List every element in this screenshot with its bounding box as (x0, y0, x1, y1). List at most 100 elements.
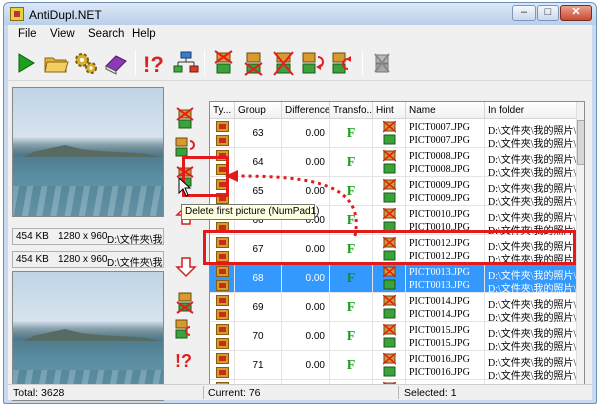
folder-cell: D:\文件夾\我的照片\[旅D:\文件夾\我的照片\[旅 (485, 264, 578, 293)
second-folder-path: D:\文件夾\我的照片\[旅 (488, 342, 578, 351)
island-silhouette (23, 329, 163, 341)
col-group[interactable]: Group (235, 102, 282, 119)
table-row[interactable]: 71 0.00 F PICT0016.JPG PICT0016.JPG D:\文件夾\我的… (210, 351, 578, 380)
question-icon[interactable]: !? (140, 49, 168, 77)
vertical-scrollbar[interactable] (576, 102, 584, 387)
image-file-icon (216, 324, 229, 335)
grid-header: Ty... Group Difference Transfo... Hint N… (210, 102, 584, 119)
second-folder-path: D:\文件夾\我的照片\[旅 (488, 371, 578, 380)
delete-hint-icon (383, 266, 396, 290)
delete-both-icon[interactable] (269, 49, 297, 77)
transform-mark: F (346, 300, 356, 315)
first-file-name: PICT0009.JPG (409, 180, 470, 191)
toolbar-separator (204, 50, 205, 76)
difference-cell: 0.00 (282, 293, 330, 322)
folder-cell: D:\文件夾\我的照片\[旅D:\文件夾\我的照片\[旅 (485, 177, 578, 206)
rename-second-icon[interactable] (329, 49, 357, 77)
delete-hint-icon (383, 179, 396, 203)
second-image-info: 454 KB 1280 x 960 D:\文件夾\我... (12, 251, 164, 269)
toolbar: !? (8, 45, 592, 81)
first-file-name: PICT0008.JPG (409, 151, 470, 162)
col-transform[interactable]: Transfo... (330, 102, 373, 119)
status-separator (203, 386, 204, 399)
delete-hint-icon (383, 353, 396, 377)
image-file-icon (216, 367, 229, 378)
second-file-name: PICT0013.JPG (409, 280, 470, 291)
first-file-name: PICT0010.JPG (409, 209, 470, 220)
group-cell: 69 (235, 293, 282, 322)
name-cell: PICT0013.JPG PICT0013.JPG (406, 264, 485, 293)
second-file-name: PICT0007.JPG (409, 135, 470, 146)
col-difference[interactable]: Difference (282, 102, 330, 119)
type-icon (210, 293, 235, 322)
group-cell: 63 (235, 119, 282, 148)
col-name[interactable]: Name (406, 102, 485, 119)
delete-hint-icon (383, 324, 396, 348)
first-image-path: D:\文件夾\我... (107, 235, 163, 246)
status-current: Current: 76 (208, 387, 261, 399)
hint-cell (373, 148, 406, 177)
rename-second-icon[interactable] (174, 317, 198, 341)
second-file-name: PICT0008.JPG (409, 164, 470, 175)
arrow-down-icon[interactable] (174, 255, 198, 279)
menu-help[interactable]: Help (132, 28, 156, 40)
table-row[interactable]: 70 0.00 F PICT0015.JPG PICT0015.JPG D:\文件夾\我的… (210, 322, 578, 351)
menu-view[interactable]: View (50, 28, 75, 40)
toolbar-separator (135, 50, 136, 76)
image-file-icon (216, 295, 229, 306)
second-image-resolution: 1280 x 960 (58, 254, 108, 265)
first-file-name: PICT0014.JPG (409, 296, 470, 307)
rename-first-icon[interactable] (299, 49, 327, 77)
title-bar: AntiDupl.NET – □ ✕ (4, 3, 596, 25)
transform-mark: F (346, 155, 356, 170)
table-row[interactable]: 68 0.00 F PICT0013.JPG PICT0013.JPG D:\文件夾\我的… (210, 264, 578, 293)
menu-file[interactable]: File (18, 28, 37, 40)
col-folder[interactable]: In folder (485, 102, 584, 119)
delete-hint-icon (383, 121, 396, 145)
name-cell: PICT0008.JPG PICT0008.JPG (406, 148, 485, 177)
hint-cell (373, 177, 406, 206)
minimize-button[interactable]: – (512, 5, 536, 21)
preview-pane: 454 KB 1280 x 960 D:\文件夾\我... 454 KB 128… (11, 85, 166, 401)
group-cell: 71 (235, 351, 282, 380)
col-type[interactable]: Ty... (210, 102, 235, 119)
status-total: Total: 3628 (13, 387, 65, 399)
col-hint[interactable]: Hint (373, 102, 406, 119)
image-file-icon (216, 338, 229, 349)
image-file-icon (216, 309, 229, 320)
name-cell: PICT0015.JPG PICT0015.JPG (406, 322, 485, 351)
delete-second-icon[interactable] (174, 290, 198, 314)
image-file-icon (216, 353, 229, 364)
second-image-preview (12, 271, 164, 401)
scroll-thumb[interactable] (577, 120, 584, 165)
table-row[interactable]: 69 0.00 F PICT0014.JPG PICT0014.JPG D:\文件夾\我的… (210, 293, 578, 322)
difference-cell: 0.00 (282, 322, 330, 351)
hint-cell (373, 293, 406, 322)
question-icon[interactable]: !? (174, 347, 198, 371)
sea-texture (13, 186, 163, 216)
options-tree-icon[interactable] (172, 49, 200, 77)
maximize-button[interactable]: □ (537, 5, 559, 21)
difference-cell: 0.00 (282, 264, 330, 293)
start-search-icon[interactable] (12, 49, 40, 77)
second-file-name: PICT0015.JPG (409, 338, 470, 349)
delete-first-icon[interactable] (174, 107, 198, 131)
delete-second-icon[interactable] (239, 49, 267, 77)
eraser-icon[interactable] (102, 49, 130, 77)
name-cell: PICT0007.JPG PICT0007.JPG (406, 119, 485, 148)
mistake-icon[interactable] (368, 49, 396, 77)
close-button[interactable]: ✕ (560, 5, 592, 21)
transform-cell: F (330, 293, 373, 322)
table-row[interactable]: 63 0.00 F PICT0007.JPG PICT0007.JPG D:\文件夾\我的… (210, 119, 578, 148)
settings-icon[interactable] (72, 49, 100, 77)
status-selected: Selected: 1 (404, 387, 457, 399)
name-cell: PICT0016.JPG PICT0016.JPG (406, 351, 485, 380)
name-cell: PICT0009.JPG PICT0009.JPG (406, 177, 485, 206)
open-folder-icon[interactable] (42, 49, 70, 77)
hint-cell (373, 119, 406, 148)
delete-first-icon[interactable] (209, 49, 237, 77)
folder-cell: D:\文件夾\我的照片\[旅D:\文件夾\我的照片\[旅 (485, 351, 578, 380)
type-icon (210, 264, 235, 293)
second-folder-path: D:\文件夾\我的照片\[旅 (488, 197, 578, 206)
menu-search[interactable]: Search (88, 28, 124, 40)
